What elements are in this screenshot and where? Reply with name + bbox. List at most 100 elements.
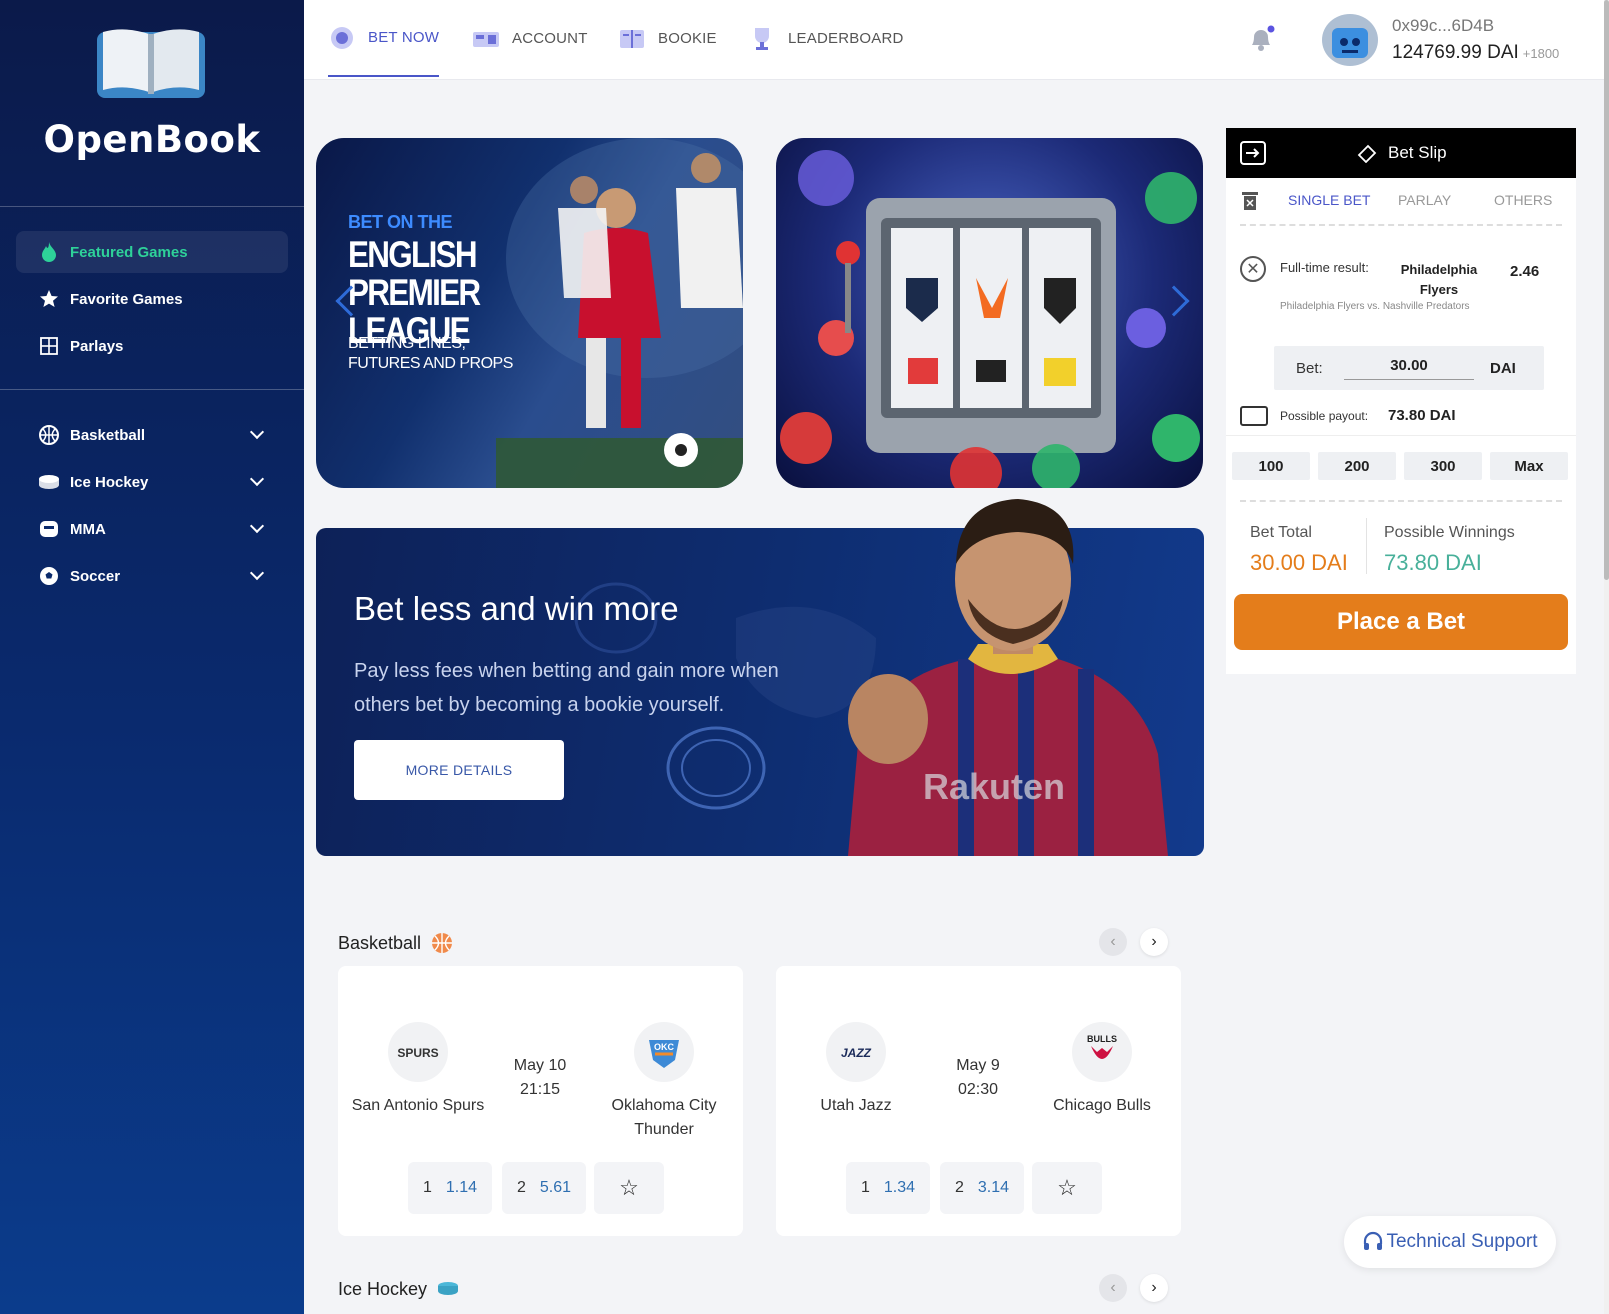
nav-parlays[interactable]: Parlays: [16, 325, 288, 367]
bet-amount-box: Bet: DAI: [1274, 346, 1544, 390]
slot-machine-image: [780, 150, 1200, 488]
ice-hockey-prev-button[interactable]: ‹: [1099, 1274, 1127, 1302]
bet-total-value: 30.00 DAI: [1250, 550, 1348, 575]
game-card: SPURS San Antonio Spurs May 10 21:15 OKC…: [338, 966, 743, 1236]
away-team: BULLS Chicago Bulls: [1022, 1022, 1182, 1118]
bet-totals: Bet Total 30.00 DAI Possible Winnings 73…: [1226, 502, 1576, 582]
sport-label: Soccer: [70, 567, 121, 585]
sport-mma[interactable]: MMA: [16, 508, 288, 550]
chevron-down-icon[interactable]: [249, 471, 265, 487]
trash-icon[interactable]: [1240, 190, 1260, 212]
selection-pick: Philadelphia Flyers: [1400, 262, 1478, 297]
section-title-text: Ice Hockey: [338, 1278, 428, 1299]
tab-single-bet[interactable]: SINGLE BET: [1288, 192, 1370, 208]
nav-favorite-games[interactable]: Favorite Games: [16, 278, 288, 320]
book-icon: [620, 29, 644, 48]
ticket-icon: [1357, 144, 1377, 163]
wallet-address: 0x99c...6D4B: [1392, 16, 1495, 35]
scrollbar-thumb[interactable]: [1604, 0, 1609, 580]
avatar[interactable]: [1322, 14, 1378, 66]
team-logo: OKC: [634, 1022, 694, 1082]
cash-icon: [1240, 406, 1268, 426]
logo[interactable]: OpenBook: [0, 0, 304, 207]
odd-button-home[interactable]: 1 1.14: [408, 1162, 492, 1214]
bet-amount-input[interactable]: [1344, 352, 1474, 380]
home-team: SPURS San Antonio Spurs: [338, 1022, 498, 1118]
odd-value: 1.34: [883, 1179, 916, 1196]
remove-selection-icon[interactable]: ✕: [1240, 256, 1266, 282]
open-book-icon: [97, 29, 205, 98]
tab-bet-now[interactable]: BET NOW: [328, 0, 440, 77]
nav-label: Parlays: [70, 337, 124, 355]
sidebar: OpenBook Featured Games Favorite Games P…: [0, 0, 304, 1314]
tab-account[interactable]: ACCOUNT: [472, 0, 588, 77]
support-label: Technical Support: [1386, 1231, 1538, 1252]
tab-parlay[interactable]: PARLAY: [1398, 192, 1451, 208]
chevron-down-icon[interactable]: [249, 424, 265, 440]
tab-label: ACCOUNT: [512, 30, 588, 47]
promo-text: Pay less fees when betting and gain more…: [354, 660, 779, 716]
basketball-prev-button[interactable]: ‹: [1099, 928, 1127, 956]
payout-label: Possible payout:: [1280, 409, 1369, 423]
technical-support-button[interactable]: Technical Support: [1344, 1216, 1556, 1268]
quick-amount-200[interactable]: 200: [1318, 452, 1396, 480]
team-logo-text: BULLS: [1087, 1034, 1117, 1044]
ticket-icon: [473, 31, 499, 47]
top-bar: BET NOW ACCOUNT BOOKIE LEADERBOARD 0x99c…: [304, 0, 1604, 80]
selection-match: Philadelphia Flyers vs. Nashville Predat…: [1280, 301, 1470, 312]
odd-button-home[interactable]: 1 1.34: [846, 1162, 930, 1214]
favorite-star-icon[interactable]: ☆: [1032, 1162, 1102, 1214]
epl-title: ENGLISH PREMIER LEAGUE: [348, 234, 481, 351]
game-card: JAZZ Utah Jazz May 9 02:30 BULLS Chicago…: [776, 966, 1181, 1236]
odd-value: 3.14: [977, 1179, 1010, 1196]
tab-label: BET NOW: [368, 29, 440, 46]
nav-label: Featured Games: [70, 243, 188, 261]
quick-amount-max[interactable]: Max: [1490, 452, 1568, 480]
sport-basketball[interactable]: Basketball: [16, 414, 288, 456]
quick-amount-300[interactable]: 300: [1404, 452, 1482, 480]
svg-text:Rakuten: Rakuten: [923, 766, 1065, 807]
esports-slots-banner[interactable]: [776, 138, 1203, 488]
basketball-next-button[interactable]: ›: [1140, 928, 1168, 956]
game-time: 02:30: [957, 1081, 999, 1098]
tab-bookie[interactable]: BOOKIE: [618, 0, 717, 77]
quick-amount-100[interactable]: 100: [1232, 452, 1310, 480]
ice-hockey-next-button[interactable]: ›: [1140, 1274, 1168, 1302]
sport-label: Ice Hockey: [70, 473, 149, 491]
more-details-button[interactable]: MORE DETAILS: [354, 740, 564, 800]
odd-button-away[interactable]: 2 3.14: [940, 1162, 1024, 1214]
odd-button-away[interactable]: 2 5.61: [502, 1162, 586, 1214]
game-datetime: May 10 21:15: [490, 1054, 590, 1102]
possible-winnings-value: 73.80 DAI: [1384, 550, 1482, 575]
possible-winnings-label: Possible Winnings: [1384, 524, 1515, 541]
sport-label: MMA: [70, 520, 106, 538]
chip-icon: [331, 26, 353, 49]
team-logo: BULLS: [1072, 1022, 1132, 1082]
sport-ice-hockey[interactable]: Ice Hockey: [16, 461, 288, 503]
home-team: JAZZ Utah Jazz: [776, 1022, 936, 1118]
favorite-star-icon[interactable]: ☆: [594, 1162, 664, 1214]
epl-banner[interactable]: BET ON THE ENGLISH PREMIER LEAGUE BETTIN…: [316, 138, 743, 488]
soccer-ball-icon: [38, 565, 60, 587]
chevron-down-icon[interactable]: [249, 565, 265, 581]
sports-nav: Basketball Ice Hockey MMA Soccer: [0, 390, 304, 597]
tab-others[interactable]: OTHERS: [1494, 192, 1552, 208]
place-bet-button[interactable]: Place a Bet: [1234, 594, 1568, 650]
headset-icon: [1364, 1231, 1383, 1250]
nav-featured-games[interactable]: Featured Games: [16, 231, 288, 273]
quick-amounts: 100 200 300 Max: [1232, 436, 1568, 502]
team-name: Oklahoma City Thunder: [611, 1097, 717, 1138]
tab-leaderboard[interactable]: LEADERBOARD: [748, 0, 904, 77]
sport-soccer[interactable]: Soccer: [16, 555, 288, 597]
odd-label: 2: [516, 1179, 526, 1196]
odd-value: 5.61: [539, 1179, 572, 1196]
bet-slip: Bet Slip SINGLE BET PARLAY OTHERS ✕ Full…: [1226, 128, 1576, 674]
bell-icon[interactable]: [1246, 24, 1276, 54]
bet-unit: DAI: [1490, 360, 1516, 377]
chevron-down-icon[interactable]: [249, 518, 265, 534]
flame-icon: [38, 241, 60, 263]
collapse-slip-icon[interactable]: [1240, 141, 1266, 165]
team-logo: SPURS: [388, 1022, 448, 1082]
brand-name: OpenBook: [43, 118, 261, 161]
puck-icon: [438, 1282, 459, 1295]
